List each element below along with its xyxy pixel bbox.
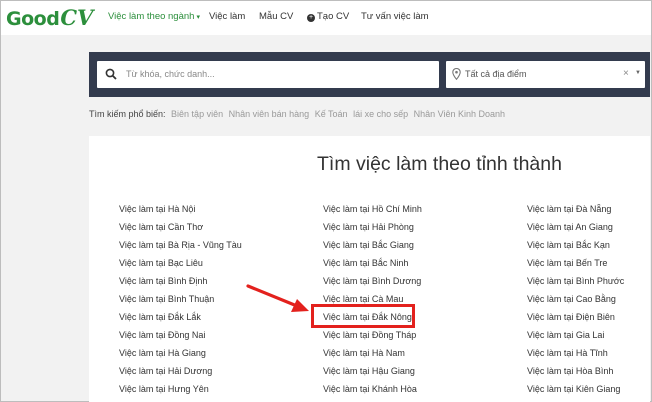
popular-tag[interactable]: lái xe cho sếp [353,109,408,119]
province-link[interactable]: Việc làm tại Đắk Lắk [119,312,201,322]
popular-tag[interactable]: Nhân viên bán hàng [229,109,310,119]
search-placeholder: Từ khóa, chức danh... [126,69,215,79]
clear-icon[interactable]: × [623,68,629,79]
province-link[interactable]: Việc làm tại Cao Bằng [527,294,616,304]
popular-tag[interactable]: Nhân Viên Kinh Doanh [414,109,505,119]
location-value: Tất cả địa điểm [465,69,527,79]
province-link[interactable]: Việc làm tại Hà Nội [119,204,195,214]
red-arrow-icon [246,284,309,312]
nav-career-advice[interactable]: Tư vấn việc làm [361,11,429,22]
province-link[interactable]: Việc làm tại Điện Biên [527,312,615,322]
province-link[interactable]: Việc làm tại Hải Dương [119,366,212,376]
caret-down-icon: ▾ [196,14,200,21]
province-link[interactable]: Việc làm tại Bắc Ninh [323,258,408,268]
top-navbar: Good CV Việc làm theo ngành ▾ Việc làm Mẫ… [1,1,651,35]
highlight-box [311,304,415,328]
province-link[interactable]: Việc làm tại Đồng Nai [119,330,205,340]
page-title: Tìm việc làm theo tỉnh thành [317,153,562,175]
popular-tag[interactable]: Biên tập viên [171,109,223,119]
nav-cv-templates[interactable]: Mẫu CV [259,11,293,22]
province-link[interactable]: Việc làm tại Hà Nam [323,348,405,358]
keyword-search-input[interactable]: Từ khóa, chức danh... [97,61,439,88]
province-link[interactable]: Việc làm tại Đà Nẵng [527,204,611,214]
popular-label: Tìm kiếm phổ biến: [89,109,166,119]
province-link[interactable]: Việc làm tại Bình Thuận [119,294,214,304]
logo-text-good: Good [6,8,60,30]
province-link[interactable]: Việc làm tại Bình Định [119,276,207,286]
nav-jobs-by-industry[interactable]: Việc làm theo ngành ▾ [108,11,200,22]
dropdown-arrow-icon[interactable]: ▼ [635,70,641,76]
province-link[interactable]: Việc làm tại An Giang [527,222,613,232]
province-link[interactable]: Việc làm tại Bình Phước [527,276,624,286]
province-link[interactable]: Việc làm tại Cà Mau [323,294,403,304]
plus-circle-icon: + [307,14,315,22]
province-link[interactable]: Việc làm tại Bắc Kạn [527,240,610,250]
province-link[interactable]: Việc làm tại Bạc Liêu [119,258,203,268]
nav-label: Tạo CV [317,11,350,22]
province-link[interactable]: Việc làm tại Hà Giang [119,348,206,358]
search-icon [105,68,117,80]
nav-jobs[interactable]: Việc làm [209,11,245,22]
province-link[interactable]: Việc làm tại Hải Phòng [323,222,414,232]
province-link[interactable]: Việc làm tại Đồng Tháp [323,330,416,340]
location-select[interactable]: Tất cả địa điểm × ▼ [446,61,645,88]
popular-tag[interactable]: Kế Toán [315,109,348,119]
province-link[interactable]: Việc làm tại Gia Lai [527,330,604,340]
province-link[interactable]: Việc làm tại Bà Rịa - Vũng Tàu [119,240,242,250]
popular-searches: Tìm kiếm phổ biến: Biên tập viên Nhân vi… [89,109,505,119]
province-link[interactable]: Việc làm tại Cần Thơ [119,222,203,232]
province-link[interactable]: Việc làm tại Hậu Giang [323,366,415,376]
province-link[interactable]: Việc làm tại Bình Dương [323,276,421,286]
nav-label: Việc làm theo ngành [108,11,195,22]
province-link[interactable]: Việc làm tại Kiên Giang [527,384,620,394]
goodcv-logo[interactable]: Good CV [6,5,94,30]
province-link[interactable]: Việc làm tại Hòa Bình [527,366,613,376]
province-link[interactable]: Việc làm tại Hồ Chí Minh [323,204,422,214]
map-pin-icon [452,68,461,80]
province-link[interactable]: Việc làm tại Bắc Giang [323,240,414,250]
province-link[interactable]: Việc làm tại Hưng Yên [119,384,209,394]
province-link[interactable]: Việc làm tại Hà Tĩnh [527,348,608,358]
province-link[interactable]: Việc làm tại Bến Tre [527,258,607,268]
province-link[interactable]: Việc làm tại Khánh Hòa [323,384,417,394]
logo-text-cv: CV [60,5,94,30]
nav-create-cv[interactable]: + Tạo CV [307,11,349,22]
